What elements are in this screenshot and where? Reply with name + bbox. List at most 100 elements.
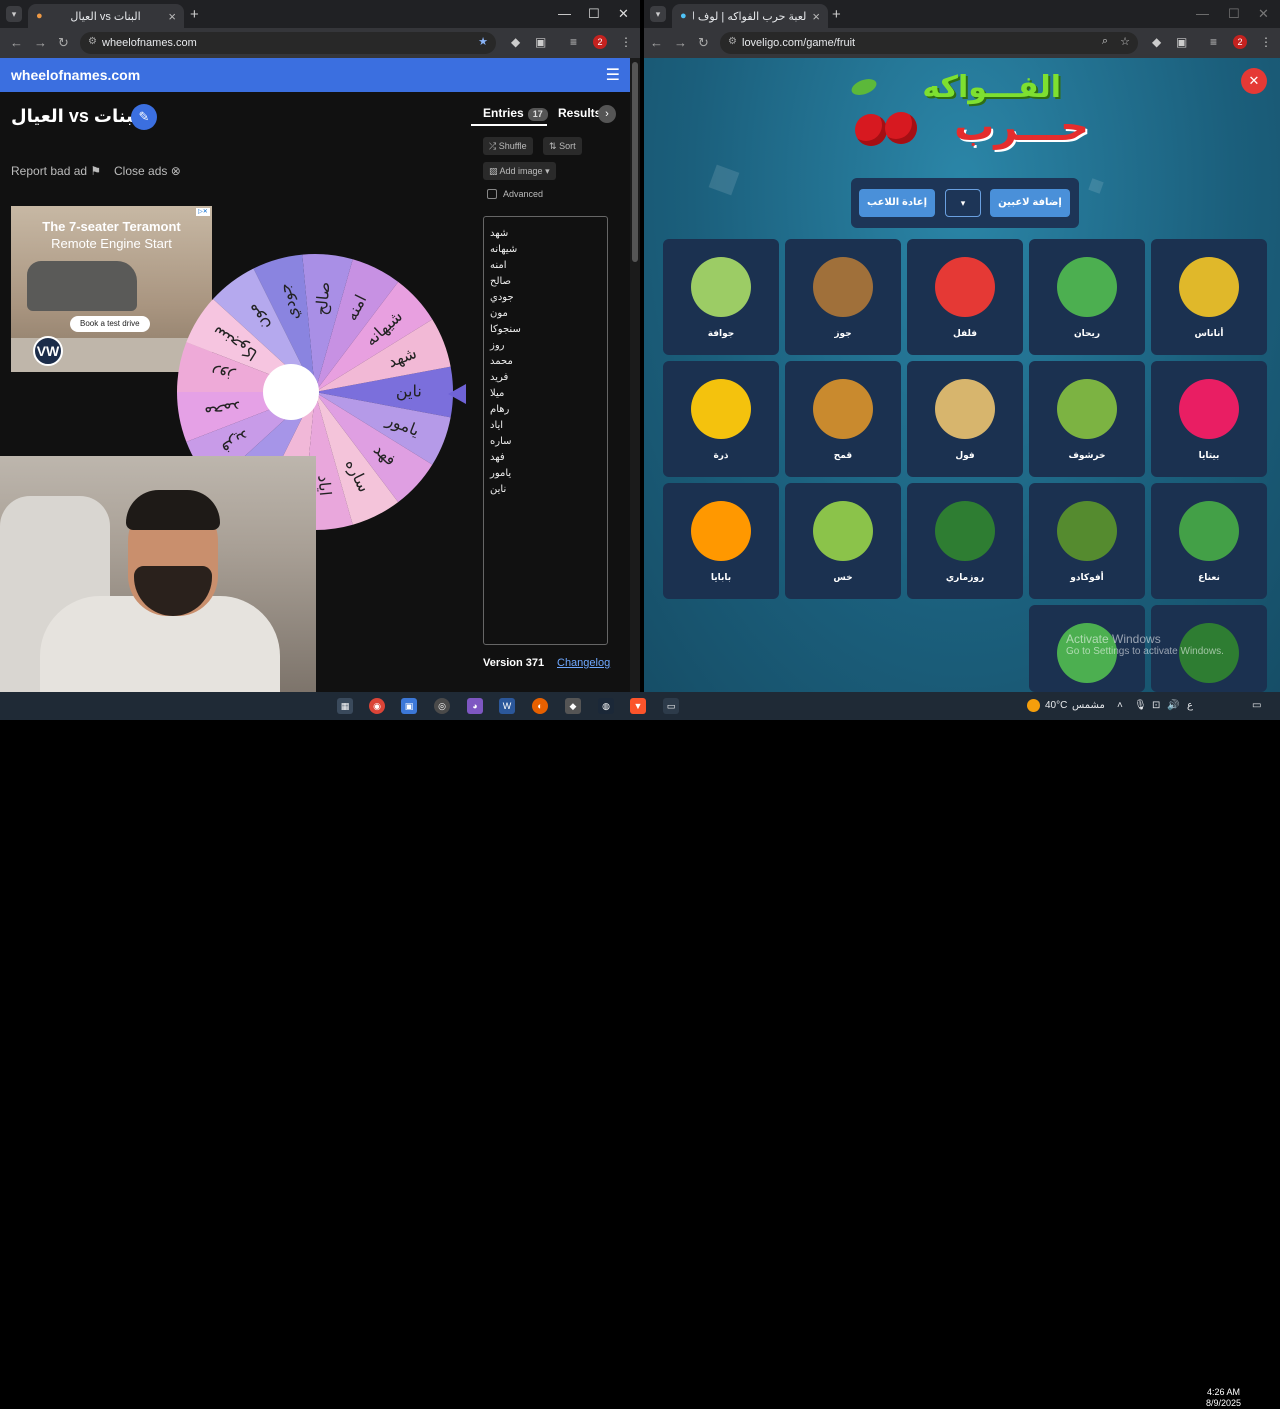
fruit-card[interactable]: فلفل [907,239,1023,355]
close-game-button[interactable]: ✕ [1241,68,1267,94]
mic-icon[interactable]: 🎙 [1134,700,1147,711]
tab-search-icon[interactable]: ▾ [650,6,666,22]
entry-line[interactable]: شهد [490,226,607,242]
fruit-card[interactable]: جوز [785,239,901,355]
zoom-icon[interactable]: ⌕ [1102,35,1108,48]
profile-avatar[interactable]: 2 [1233,35,1247,49]
site-brand[interactable]: wheelofnames.com [11,67,140,83]
tab-entries[interactable]: Entries 17 [483,106,548,121]
entry-line[interactable]: مون [490,306,607,322]
fruit-card[interactable]: خرشوف [1029,361,1145,477]
add-image-button[interactable]: ▨ Add image ▾ [483,162,556,180]
entry-line[interactable]: فريد [490,370,607,386]
shuffle-button[interactable]: ⤮ Shuffle [483,137,533,155]
weather-sun-icon[interactable] [1027,699,1040,712]
steam-icon[interactable]: ◍ [598,698,614,714]
reading-list-icon[interactable]: ≡ [1210,35,1217,49]
tab-results[interactable]: Results [558,106,601,120]
maximize-icon[interactable]: ☐ [588,6,600,22]
reload-icon[interactable]: ↻ [58,35,69,51]
fruit-card[interactable]: خس [785,483,901,599]
reload-icon[interactable]: ↻ [698,35,709,51]
extension-icon[interactable]: ◆ [511,35,520,49]
address-bar[interactable]: ⚙ wheelofnames.com ★ [80,32,496,54]
back-icon[interactable]: ← [10,35,23,50]
site-info-icon[interactable]: ⚙ [88,36,97,47]
discord-icon[interactable]: ◕ [467,698,483,714]
hamburger-menu-icon[interactable]: ☰ [606,65,620,85]
entry-line[interactable]: اياد [490,418,607,434]
terminal-icon[interactable]: ▭ [663,698,679,714]
profile-avatar[interactable]: 2 [593,35,607,49]
forward-icon[interactable]: → [674,35,687,50]
fruit-card[interactable]: فول [907,361,1023,477]
fruit-card[interactable]: روزماري [907,483,1023,599]
language-indicator[interactable]: ع [1187,700,1193,711]
bookmark-star-icon[interactable]: ☆ [1120,35,1130,48]
ad-cta-button[interactable]: Book a test drive [70,316,150,332]
tab-search-icon[interactable]: ▾ [6,6,22,22]
new-tab-icon[interactable]: + [832,6,841,23]
forward-icon[interactable]: → [34,35,47,50]
add-players-button[interactable]: إضافة لاعبين [990,189,1070,217]
entry-line[interactable]: صالح [490,274,607,290]
brave-icon[interactable]: ▼ [630,698,646,714]
entry-line[interactable]: سنجوكا [490,322,607,338]
entry-line[interactable]: فهد [490,450,607,466]
entries-textarea[interactable]: شهد شيهانه امنه صالح جودي مون سنجوكا روز محمد فري… [483,216,608,645]
close-window-icon[interactable]: ✕ [1258,6,1269,22]
puzzle-icon[interactable]: ▣ [1176,35,1187,49]
fruit-card[interactable]: نعناع [1151,483,1267,599]
tray-chevron-icon[interactable]: ˄ [1117,700,1123,711]
advanced-checkbox[interactable] [487,189,497,199]
reset-player-button[interactable]: إعادة اللاعب [859,189,935,217]
entry-line[interactable]: شيهانه [490,242,607,258]
site-info-icon[interactable]: ⚙ [728,36,737,47]
report-bad-ad-link[interactable]: Report bad ad ⚑ [11,164,101,178]
close-window-icon[interactable]: ✕ [618,6,629,22]
adchoices-icon[interactable]: ▷✕ [196,208,210,216]
task-view-icon[interactable]: ▦ [337,698,353,714]
obs-icon[interactable]: ◎ [434,698,450,714]
fruit-card[interactable]: ريحان [1029,239,1145,355]
entry-line[interactable]: رهام [490,402,607,418]
maximize-icon[interactable]: ☐ [1228,6,1240,22]
fruit-card[interactable]: بابايا [663,483,779,599]
advanced-toggle[interactable]: Advanced [487,189,543,199]
app-icon[interactable]: ◆ [565,698,581,714]
extension-icon[interactable]: ◆ [1152,35,1161,49]
fruit-card[interactable]: أناناس [1151,239,1267,355]
entry-line[interactable]: محمد [490,354,607,370]
page-scrollbar[interactable] [630,58,640,692]
network-icon[interactable]: ⊡ [1152,700,1160,711]
entry-line[interactable]: روز [490,338,607,354]
reading-list-icon[interactable]: ≡ [570,35,577,49]
close-ads-link[interactable]: Close ads ⊗ [114,164,181,178]
tab-fruit-game[interactable]: ● لعبة حرب الفواكه | لوف ليجو يوم… × [672,4,828,28]
new-tab-icon[interactable]: + [190,6,199,23]
close-tab-icon[interactable]: × [168,9,176,24]
tab-wheelofnames[interactable]: ● العيال vs البنات × [28,4,184,28]
fruit-card[interactable]: بيتايا [1151,361,1267,477]
edit-title-pencil-icon[interactable]: ✎ [131,104,157,130]
volume-icon[interactable]: 🔊 [1167,700,1179,711]
chrome-icon[interactable]: ◉ [369,698,385,714]
entry-line[interactable]: امنه [490,258,607,274]
sort-button[interactable]: ⇅ Sort [543,137,582,155]
minimize-icon[interactable]: — [558,6,571,21]
close-tab-icon[interactable]: × [812,9,820,24]
changelog-link[interactable]: Changelog [557,657,610,669]
back-icon[interactable]: ← [650,35,663,50]
entry-line[interactable]: ميلا [490,386,607,402]
wheel-center-hub[interactable] [263,364,319,420]
player-select[interactable]: ▾ [945,189,981,217]
minimize-icon[interactable]: — [1196,6,1209,21]
weather-text[interactable]: مشمس [1072,700,1105,711]
firefox-icon[interactable]: ◐ [532,698,548,714]
menu-dots-icon[interactable]: ⋮ [620,35,632,49]
store-icon[interactable]: ▣ [401,698,417,714]
menu-dots-icon[interactable]: ⋮ [1260,35,1272,49]
notification-icon[interactable]: ▭ [1252,700,1261,711]
entry-line[interactable]: ساره [490,434,607,450]
temperature[interactable]: 40°C [1045,700,1067,711]
